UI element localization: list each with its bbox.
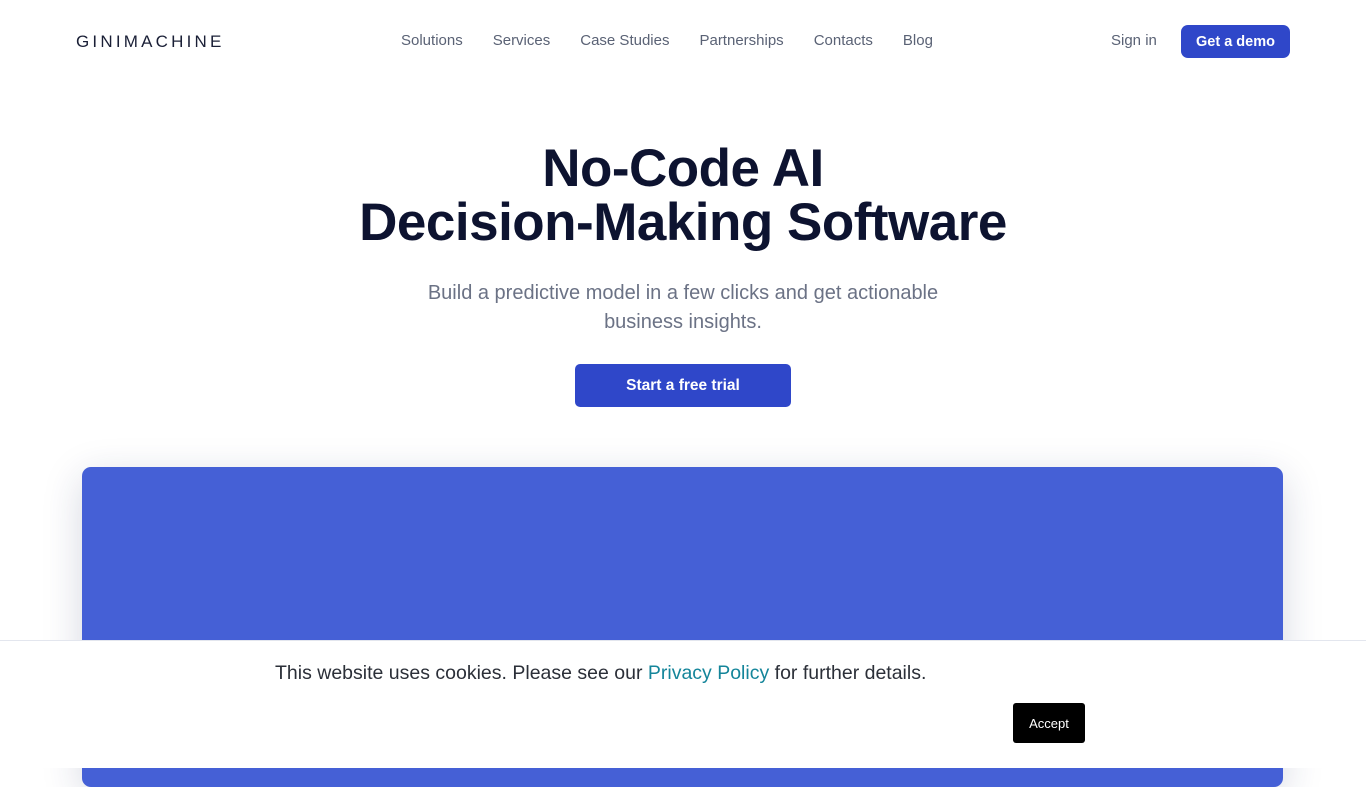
nav-partnerships[interactable]: Partnerships <box>699 32 783 49</box>
privacy-policy-link[interactable]: Privacy Policy <box>648 662 769 684</box>
nav-contacts[interactable]: Contacts <box>814 32 873 49</box>
nav-services[interactable]: Services <box>493 32 551 49</box>
nav-blog[interactable]: Blog <box>903 32 933 49</box>
get-demo-button[interactable]: Get a demo <box>1181 25 1290 58</box>
nav-case-studies[interactable]: Case Studies <box>580 32 669 49</box>
hero-subtitle: Build a predictive model in a few clicks… <box>427 282 939 333</box>
hero-title-line-2: Decision-Making Software <box>359 193 1007 252</box>
ginimachine-logo[interactable]: GINIMACHINE <box>76 32 225 52</box>
sign-in-link[interactable]: Sign in <box>1111 32 1157 49</box>
hero-title-line-1: No-Code AI <box>542 139 824 198</box>
cookie-text-before: This website uses cookies. Please see ou… <box>275 662 648 684</box>
cookie-message: This website uses cookies. Please see ou… <box>275 662 926 685</box>
cookie-text-after: for further details. <box>769 662 927 684</box>
nav-solutions[interactable]: Solutions <box>401 32 463 49</box>
start-free-trial-button[interactable]: Start a free trial <box>575 364 791 407</box>
cookie-banner: This website uses cookies. Please see ou… <box>0 640 1366 768</box>
accept-cookies-button[interactable]: Accept <box>1013 703 1085 743</box>
main-nav: Solutions Services Case Studies Partners… <box>401 32 933 49</box>
site-header: GINIMACHINE Solutions Services Case Stud… <box>0 0 1366 82</box>
hero-title: No-Code AI Decision-Making Software <box>0 142 1366 250</box>
